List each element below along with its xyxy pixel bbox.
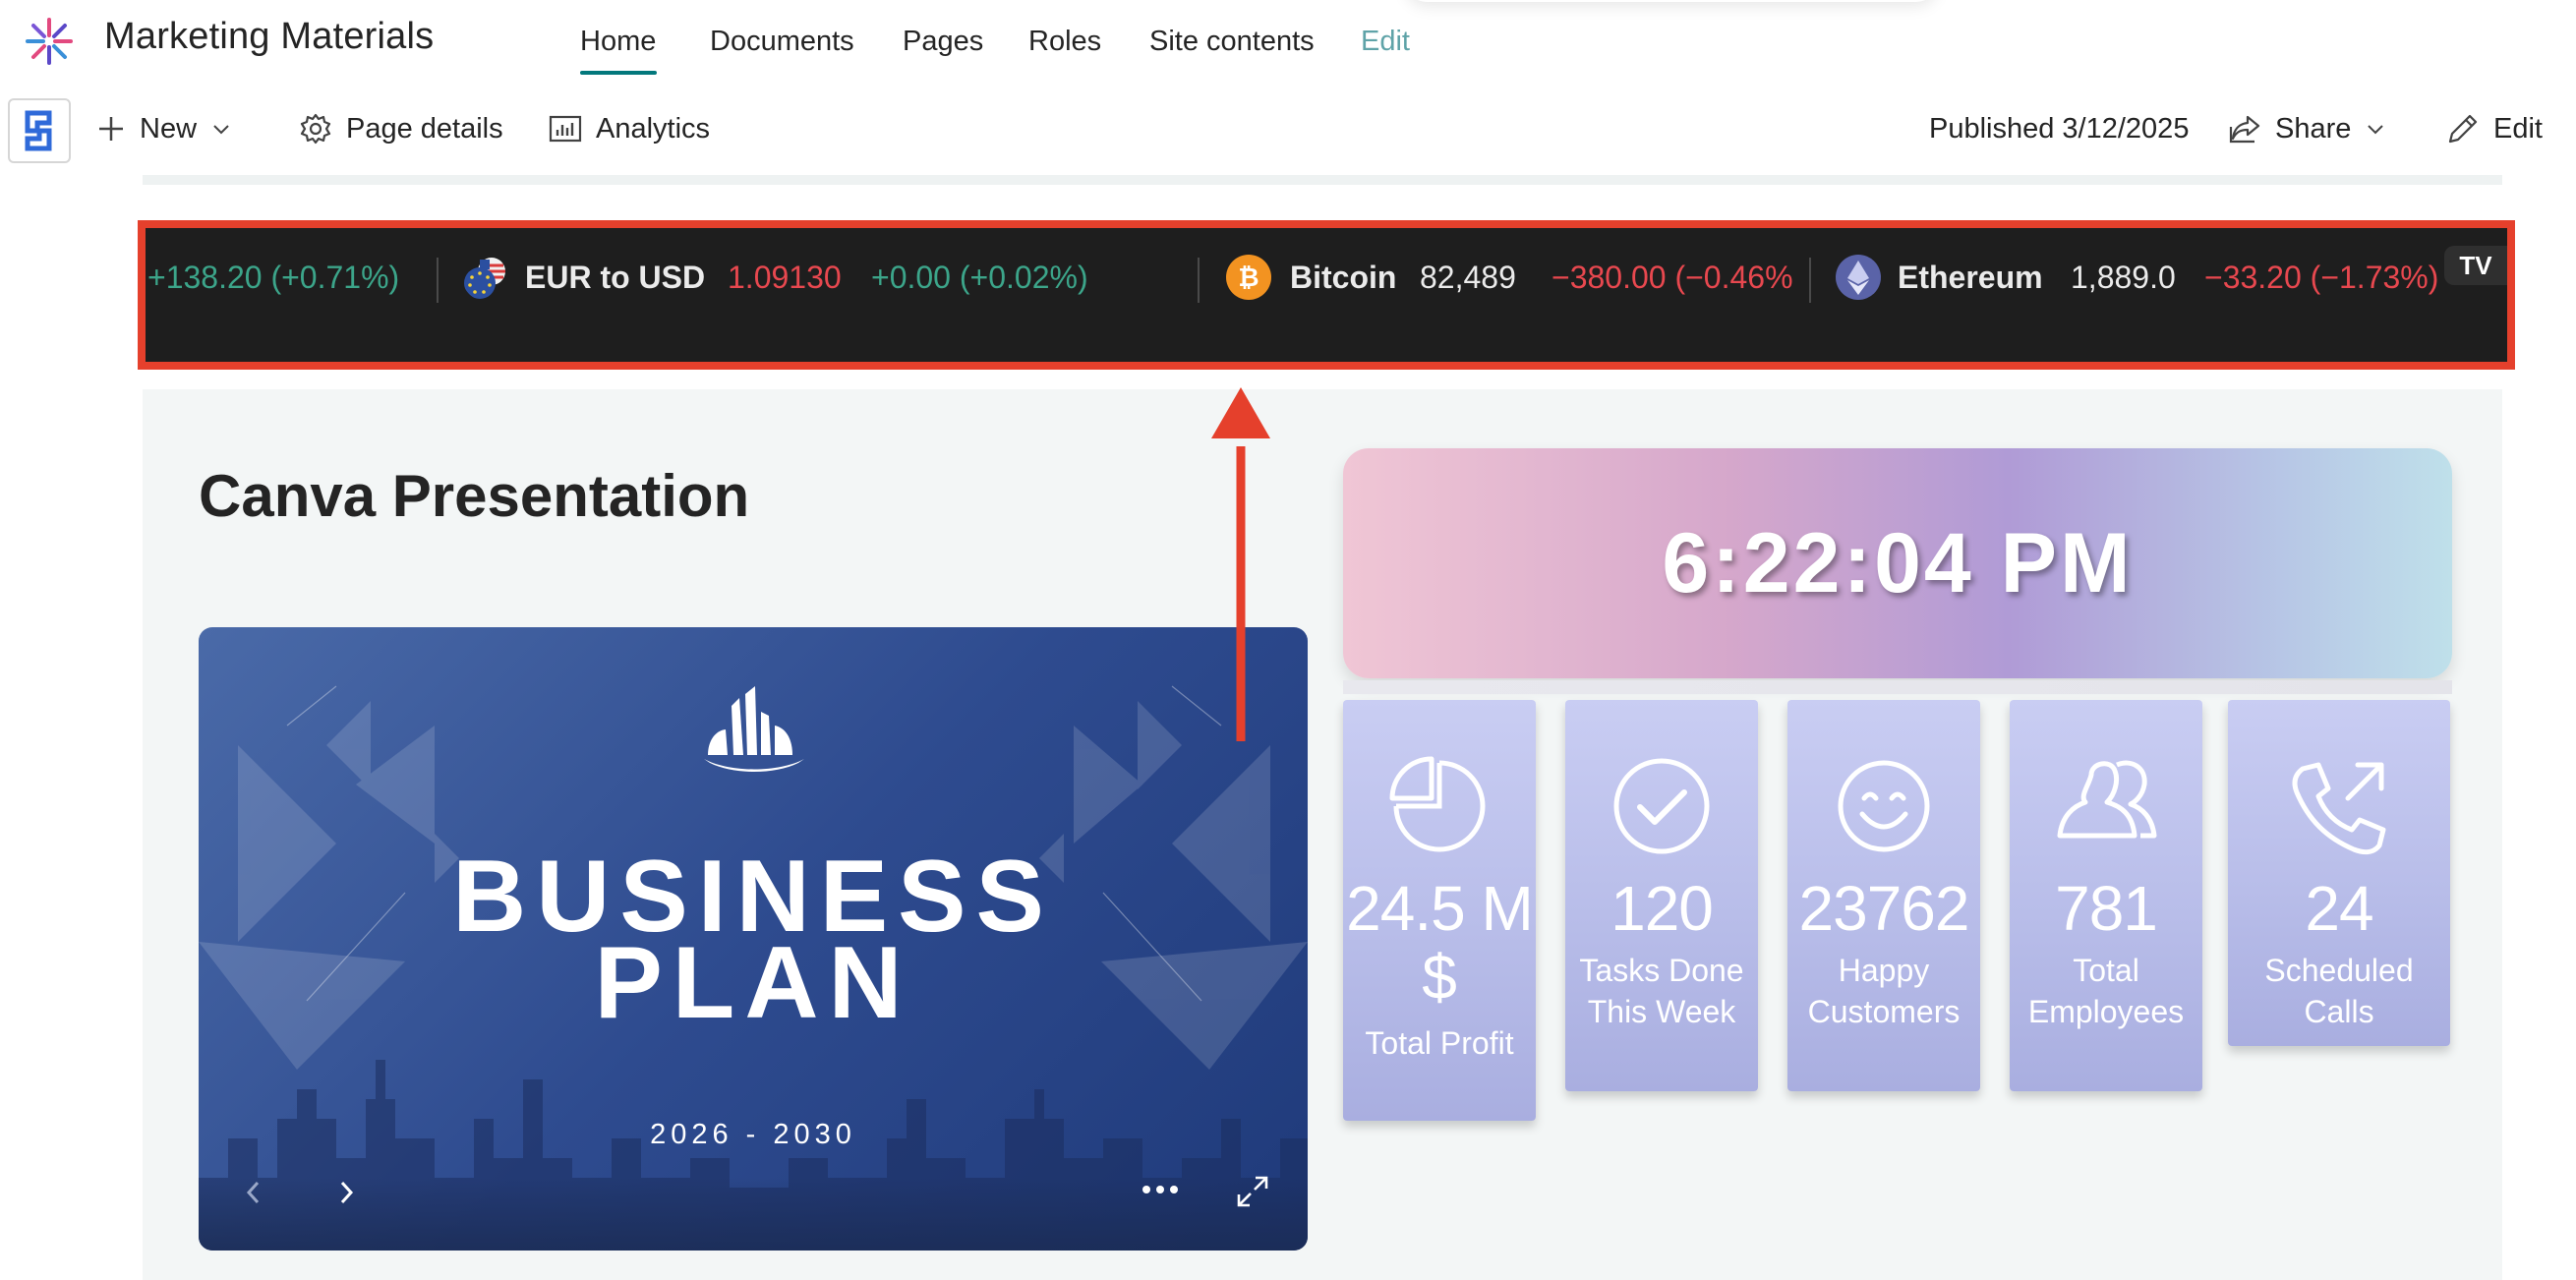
stat-label-line1: Happy [1838,953,1930,988]
nav-site-contents[interactable]: Site contents [1149,26,1315,58]
nav-active-indicator [580,71,657,75]
ticker-eur-usd-change: +0.00 (+0.02%) [871,260,1088,295]
bitcoin-icon: ₿ [1226,255,1271,300]
analytics-label: Analytics [596,113,711,145]
people-icon [2057,760,2157,839]
ticker-track: +138.20 (+0.71%) EUR to USD 1.09130 +0.0… [146,228,2507,362]
ticker-separator [1809,258,1811,303]
clock-base-strip [1343,680,2452,694]
new-button[interactable]: New [96,108,232,149]
stat-value-unit: $ [1422,942,1457,1013]
analytics-chart-icon [549,115,582,143]
stat-card-happy-customers: 23762 Happy Customers [1787,700,1980,1091]
gear-icon [300,113,331,145]
new-label: New [140,113,198,145]
share-button[interactable]: Share [2228,108,2386,149]
slide-title-line2: PLAN [594,926,912,1040]
clock-time: 6:22:04 PM [1662,515,2134,611]
stat-label: Scheduled Calls [2264,953,2414,1029]
svg-text:₿: ₿ [1238,263,1259,293]
pie-chart-icon [1389,756,1486,852]
ticker-ethereum-name[interactable]: Ethereum [1898,258,2043,297]
stat-value: 781 [2055,873,2158,944]
ethereum-icon [1836,255,1881,300]
nav-pages[interactable]: Pages [903,26,983,58]
stat-label-line1: Tasks Done [1579,953,1744,988]
pencil-icon [2448,114,2478,144]
chevron-down-icon [213,125,229,135]
slide-years: 2026 - 2030 [650,1119,856,1150]
fullscreen-icon[interactable] [1235,1174,1270,1209]
stat-card-total-employees: 781 Total Employees [2010,700,2202,1091]
ticker-eur-usd-price: 1.09130 [728,260,842,295]
published-status: Published 3/12/2025 [1929,108,2189,149]
city-logo-icon [704,686,804,772]
annotation-arrow-icon [1211,387,1270,741]
more-options-icon[interactable] [1139,1180,1182,1199]
nav-home[interactable]: Home [580,26,656,58]
stat-label: Total Profit [1365,1025,1514,1061]
stat-value: 24 [2305,873,2373,944]
stat-label-line2: Employees [2027,994,2185,1029]
ticker-tape-widget[interactable]: +138.20 (+0.71%) EUR to USD 1.09130 +0.0… [138,220,2515,370]
page-details-button[interactable]: Page details [299,108,503,149]
page-details-label: Page details [346,113,503,145]
ticker-lead-change: +138.20 (+0.71%) [147,260,400,295]
nav-documents[interactable]: Documents [710,26,854,58]
smiley-icon [1838,760,1930,852]
floating-pill-shadow [1406,0,1937,2]
ticker-ethereum-change: −33.20 (−1.73%) [2204,260,2439,295]
ticker-bitcoin-name[interactable]: Bitcoin [1290,258,1396,297]
nav-edit[interactable]: Edit [1361,26,1410,58]
eur-usd-flag-icon [464,258,505,299]
presentation-heading: Canva Presentation [199,463,750,529]
ticker-eur-usd-name[interactable]: EUR to USD [525,258,705,297]
stat-value: 24.5 M [1346,873,1534,944]
chevron-left-icon[interactable] [242,1178,265,1207]
site-nav: Home Documents Pages Roles Site contents… [0,26,2576,75]
ticker-ethereum-price: 1,889.0 [2071,260,2176,295]
published-date: Published 3/12/2025 [1929,113,2190,145]
ticker-bitcoin-price: 82,489 [1420,260,1516,295]
ticker-separator [437,258,439,303]
canva-slide-embed[interactable]: BUSINESS PLAN 2026 - 2030 [199,627,1308,1251]
stat-label-line1: Total [2073,953,2139,988]
ticker-separator [1198,258,1200,303]
stat-card-tasks-done: 120 Tasks Done This Week [1565,700,1758,1091]
edit-label: Edit [2493,113,2543,145]
ticker-bitcoin-change: −380.00 (−0.46% [1551,260,1793,295]
share-icon [2229,115,2260,144]
stat-card-total-profit: 24.5 M $ Total Profit [1343,700,1536,1121]
checkmark-circle-icon [1613,758,1710,854]
stat-value: 120 [1610,873,1714,944]
nav-roles[interactable]: Roles [1028,26,1101,58]
share-label: Share [2275,113,2352,145]
app-launcher-button[interactable] [8,98,71,163]
chevron-down-icon [2368,125,2384,135]
stat-label-line2: Customers [1807,994,1961,1029]
chevron-right-icon[interactable] [334,1178,358,1207]
section-divider [143,175,2502,185]
analytics-button[interactable]: Analytics [549,108,710,149]
stat-label-line2: This Week [1587,994,1736,1029]
app-logo-icon [25,110,52,151]
tradingview-badge[interactable]: TV [2444,246,2507,285]
edit-button[interactable]: Edit [2446,108,2543,149]
digital-clock-widget: 6:22:04 PM [1343,448,2452,678]
stat-card-scheduled-calls: 24 Scheduled Calls [2228,700,2450,1046]
plus-icon [99,117,123,141]
outgoing-call-icon [2292,762,2386,855]
stat-value: 23762 [1798,873,1970,944]
